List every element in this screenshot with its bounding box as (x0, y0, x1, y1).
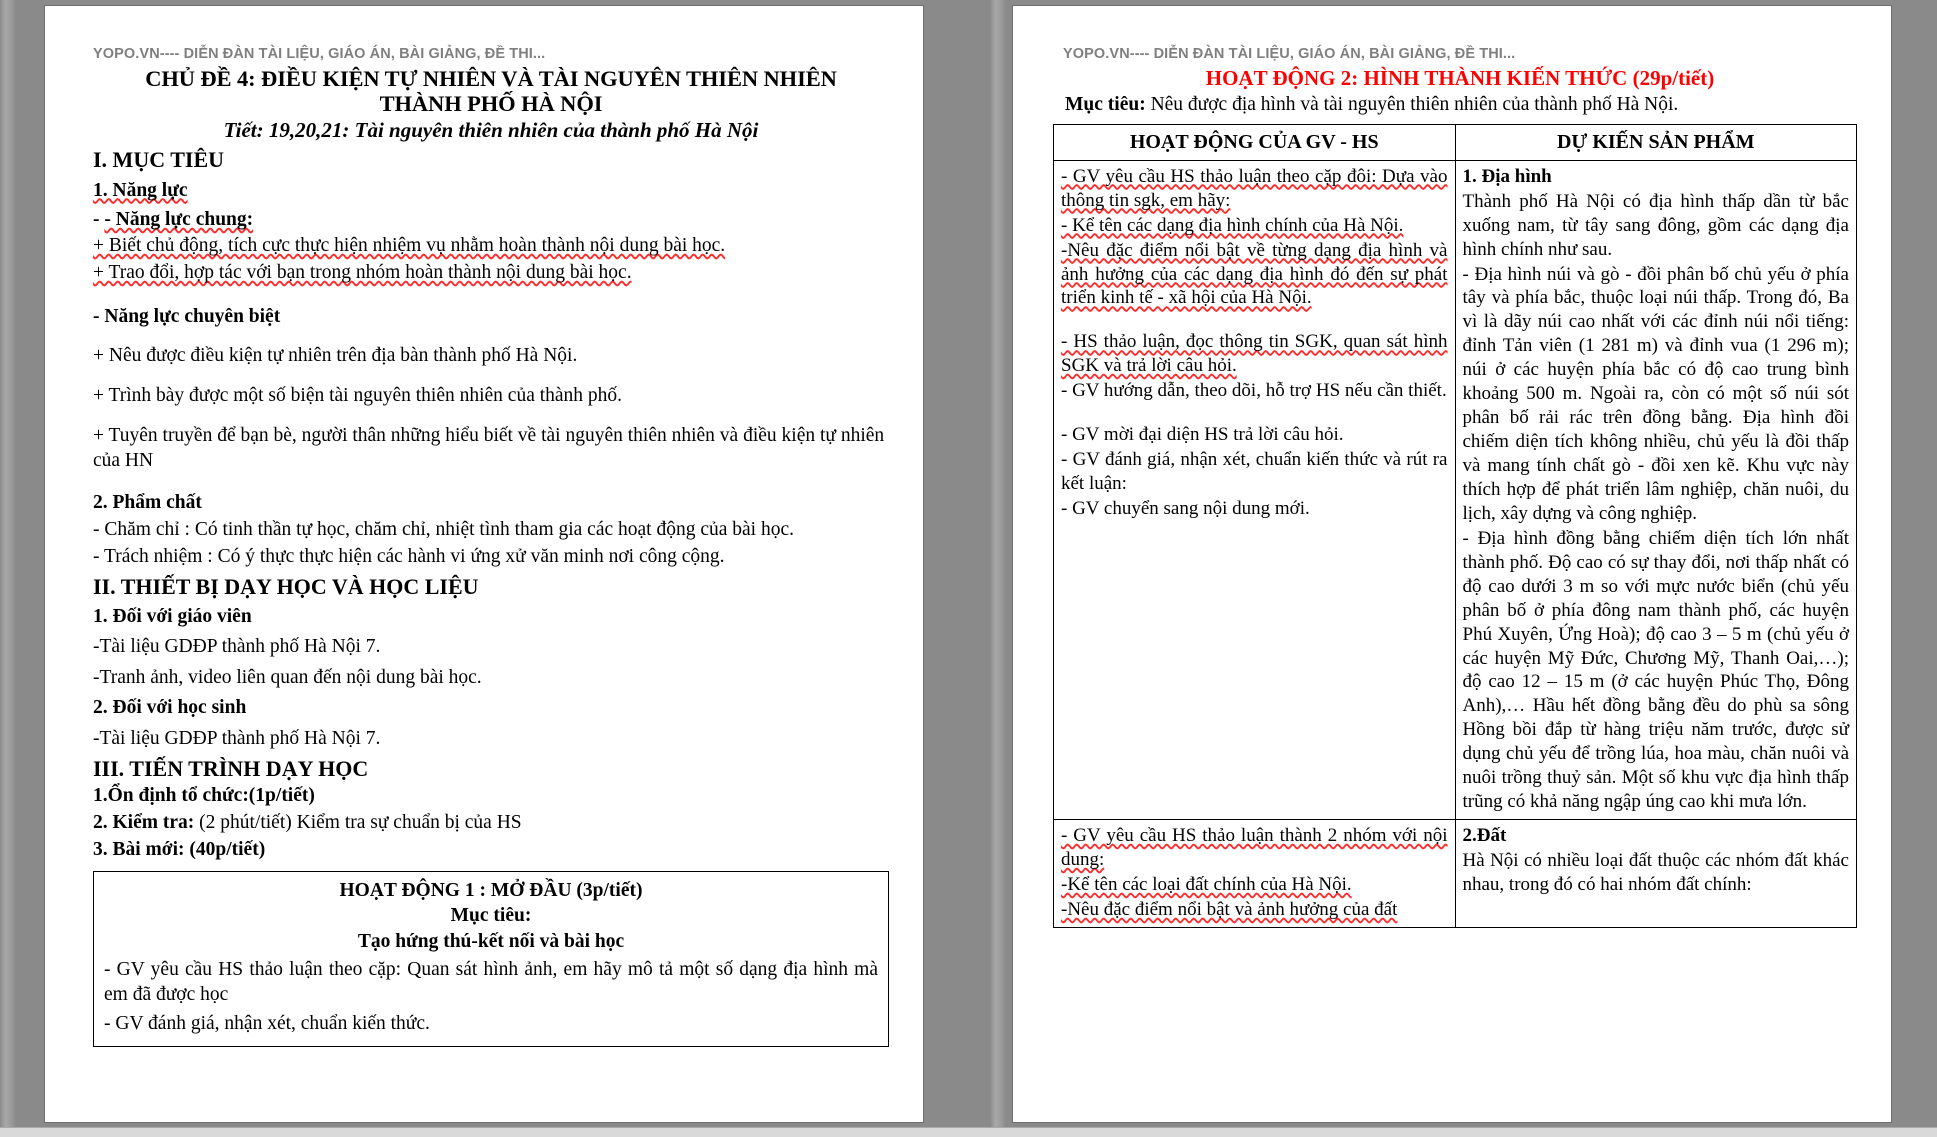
gv-tai-lieu: -Tài liệu GDĐP thành phố Hà Nội 7. (93, 636, 381, 658)
product-para: - Địa hình đồng bằng chiếm diện tích lớn… (1462, 527, 1850, 813)
table-cell-products-2: 2.Đất Hà Nội có nhiều loại đất thuộc các… (1454, 819, 1857, 928)
activity-2-goal: Mục tiêu: Nêu được địa hình và tài nguyê… (1053, 93, 1857, 117)
subheading-doi-voi-giao-vien: 1. Đối với giáo viên (93, 606, 252, 628)
activity-1-goal-text: Tạo hứng thú-kết nối và bài học (357, 930, 625, 952)
step-bai-moi: 3. Bài mới: (40p/tiết) (93, 838, 266, 860)
table-row: - GV yêu cầu HS thảo luận theo cặp đôi: … (1053, 159, 1857, 821)
product-heading-dat: 2.Đất (1462, 825, 1507, 847)
title-line-1: CHỦ ĐỀ 4: ĐIỀU KIỆN TỰ NHIÊN VÀ TÀI NGUY… (145, 66, 837, 91)
bullet-tuyen-truyen: + Tuyên truyền để bạn bè, người thân nhữ… (93, 425, 885, 472)
activity-2-title: HOẠT ĐỘNG 2: HÌNH THÀNH KIẾN THỨC (29p/t… (1205, 66, 1715, 90)
bullet-cham-chi: - Chăm chỉ : Có tinh thần tự học, chăm c… (93, 518, 795, 540)
watermark-header-right: YOPO.VN---- DIỄN ĐÀN TÀI LIỆU, GIÁO ÁN, … (1063, 46, 1516, 62)
subheading-doi-voi-hoc-sinh: 2. Đối với học sinh (93, 697, 247, 719)
watermark-header: YOPO.VN---- DIỄN ĐÀN TÀI LIỆU, GIÁO ÁN, … (93, 46, 546, 62)
subheading-nang-luc-chung: - - Năng lực chung: (93, 208, 254, 230)
table-cell-activities-2: - GV yêu cầu HS thảo luận thành 2 nhóm v… (1053, 819, 1456, 928)
activity-1-goal-label: Mục tiêu: (450, 905, 532, 927)
product-heading-dia-hinh: 1. Địa hình (1462, 165, 1552, 187)
page-gutter-shadow-left (0, 0, 16, 1137)
table-cell-activities-1: - GV yêu cầu HS thảo luận theo cặp đôi: … (1053, 159, 1456, 821)
activity-1-box: HOẠT ĐỘNG 1 : MỞ ĐẦU (3p/tiết) Mục tiêu:… (93, 870, 889, 1047)
document-page-left: YOPO.VN---- DIỄN ĐÀN TÀI LIỆU, GIÁO ÁN, … (45, 6, 923, 1122)
act-line: - GV yêu cầu HS thảo luận theo cặp đôi: … (1061, 165, 1448, 211)
bullet-neu-duoc-dieu-kien: + Nêu được điều kiện tự nhiên trên địa b… (93, 345, 578, 367)
page-gutter-shadow-right (990, 0, 1006, 1137)
viewer-bottom-bar[interactable] (0, 1127, 1937, 1137)
left-page-container: YOPO.VN---- DIỄN ĐÀN TÀI LIỆU, GIÁO ÁN, … (0, 0, 968, 1137)
table-header-row: HOẠT ĐỘNG CỦA GV - HS DỰ KIẾN SẢN PHẨM (1053, 123, 1857, 161)
lesson-subtitle: Tiết: 19,20,21: Tài nguyên thiên nhiên c… (223, 117, 759, 142)
page-title: CHỦ ĐỀ 4: ĐIỀU KIỆN TỰ NHIÊN VÀ TÀI NGUY… (93, 66, 889, 117)
section-heading-iii: III. TIẾN TRÌNH DẠY HỌC (93, 755, 369, 781)
act-line: - GV yêu cầu HS thảo luận thành 2 nhóm v… (1061, 825, 1448, 870)
gv-tranh-anh: -Tranh ảnh, video liên quan đến nội dung… (93, 667, 482, 689)
document-viewer: YOPO.VN---- DIỄN ĐÀN TÀI LIỆU, GIÁO ÁN, … (0, 0, 1937, 1137)
right-page-container: YOPO.VN---- DIỄN ĐÀN TÀI LIỆU, GIÁO ÁN, … (968, 0, 1936, 1137)
act-line: -Nêu đặc điểm nổi bật và ảnh hưởng của đ… (1061, 898, 1398, 920)
product-para: - Địa hình núi và gò - đồi phân bố chủ y… (1462, 263, 1850, 524)
act-line: -Kể tên các loại đất chính của Hà Nội. (1061, 873, 1352, 895)
hs-tai-lieu: -Tài liệu GDĐP thành phố Hà Nội 7. (93, 727, 381, 749)
act-line: - HS thảo luận, đọc thông tin SGK, quan … (1061, 331, 1448, 377)
act-line: - GV đánh giá, nhận xét, chuẩn kiến thức… (1061, 449, 1448, 495)
activity-1-title: HOẠT ĐỘNG 1 : MỞ ĐẦU (3p/tiết) (339, 879, 643, 901)
step-kiem-tra-label: 2. Kiểm tra: (93, 812, 195, 834)
act-line: -Nêu đặc điểm nổi bật về từng dạng địa h… (1061, 239, 1448, 309)
product-para: Thành phố Hà Nội có địa hình thấp dần từ… (1462, 190, 1850, 260)
lesson-table: HOẠT ĐỘNG CỦA GV - HS DỰ KIẾN SẢN PHẨM -… (1053, 123, 1857, 928)
section-heading-ii: II. THIẾT BỊ DẠY HỌC VÀ HỌC LIỆU (93, 573, 479, 599)
step-kiem-tra-text: (2 phút/tiết) Kiểm tra sự chuẩn bị của H… (194, 812, 522, 834)
activity-1-line-1: - GV yêu cầu HS thảo luận theo cặp: Quan… (104, 958, 878, 1006)
section-heading-i: I. MỤC TIÊU (93, 147, 225, 173)
bullet-trao-doi: + Trao đổi, hợp tác với bạn trong nhóm h… (93, 262, 632, 284)
product-para: Hà Nội có nhiều loại đất thuộc các nhóm … (1462, 850, 1850, 895)
subheading-pham-chat: 2. Phẩm chất (93, 492, 202, 514)
activity-1-line-2: - GV đánh giá, nhận xét, chuẩn kiến thức… (104, 1012, 430, 1034)
table-header-activities: HOẠT ĐỘNG CỦA GV - HS (1053, 123, 1456, 161)
document-page-right: YOPO.VN---- DIỄN ĐÀN TÀI LIỆU, GIÁO ÁN, … (1013, 6, 1891, 1122)
act-line: - Kể tên các dạng địa hình chính của Hà … (1061, 214, 1404, 236)
bullet-trinh-bay-duoc: + Trình bày được một số biện tài nguyên … (93, 385, 623, 407)
table-row: - GV yêu cầu HS thảo luận thành 2 nhóm v… (1053, 819, 1857, 928)
table-header-products: DỰ KIẾN SẢN PHẨM (1454, 123, 1857, 161)
act-line: - GV mời đại diện HS trả lời câu hỏi. (1061, 424, 1344, 446)
activity-2-goal-label: Mục tiêu: (1065, 94, 1146, 116)
bullet-biet-chu-dong: + Biết chủ động, tích cực thực hiện nhiệ… (93, 235, 726, 257)
activity-2-goal-text: Nêu được địa hình và tài nguyên thiên nh… (1145, 94, 1679, 116)
title-line-2: THÀNH PHỐ HÀ NỘI (379, 91, 603, 117)
act-line: - GV chuyển sang nội dung mới. (1061, 498, 1310, 519)
subheading-nang-luc: 1. Năng lực (93, 179, 188, 201)
subheading-nang-luc-chuyen-biet: - Năng lực chuyên biệt (93, 306, 281, 328)
table-cell-products-1: 1. Địa hình Thành phố Hà Nội có địa hình… (1454, 159, 1857, 821)
step-on-dinh: 1.Ổn định tổ chức:(1p/tiết) (93, 785, 315, 807)
bullet-trach-nhiem: - Trách nhiệm : Có ý thực thực hiện các … (93, 545, 725, 567)
step-kiem-tra: 2. Kiểm tra: (2 phút/tiết) Kiểm tra sự c… (93, 811, 889, 836)
act-line: - GV hướng dẫn, theo dõi, hỗ trợ HS nếu … (1061, 380, 1447, 402)
